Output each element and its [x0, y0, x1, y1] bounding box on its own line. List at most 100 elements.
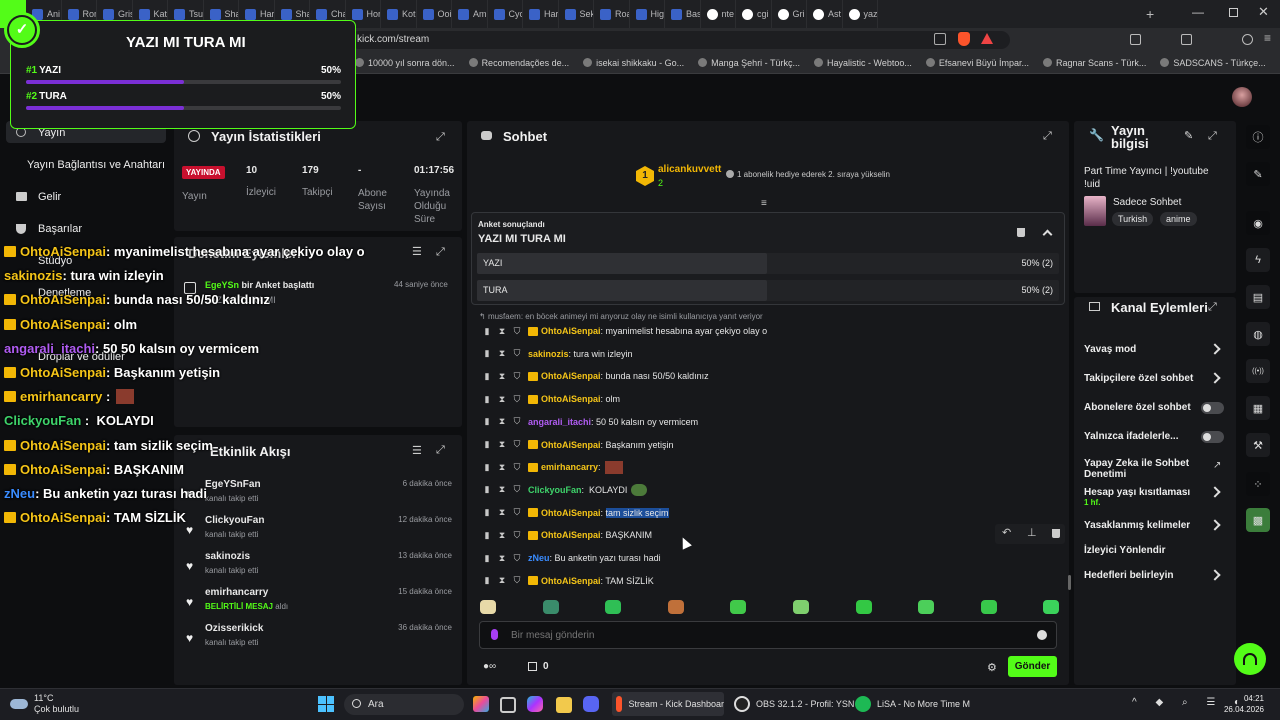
emote-option-icon[interactable] [855, 600, 872, 614]
broadcast-icon[interactable]: ((•)) [1246, 359, 1270, 383]
channel-action-item[interactable]: Abonelere özel sohbet [1084, 402, 1202, 413]
emoji-picker-icon[interactable] [1037, 630, 1047, 640]
pin-icon[interactable]: ⊥ [1027, 526, 1037, 539]
browser-tab[interactable]: Har [523, 0, 559, 28]
category-name[interactable]: Sadece Sohbet [1113, 197, 1181, 208]
chat-username[interactable]: OhtoAiSenpai [541, 326, 601, 336]
bookmark-item[interactable]: 10000 yıl sonra dön... [355, 58, 455, 68]
send-button[interactable]: Gönder [1008, 656, 1057, 677]
discord-icon[interactable] [583, 696, 599, 712]
emote-option-icon[interactable] [1043, 600, 1060, 614]
tag-anime[interactable]: anime [1160, 212, 1197, 226]
chat-username[interactable]: ClickyouFan [528, 485, 582, 495]
weather-widget[interactable]: 11°C Çok bulutlu [10, 692, 79, 716]
nav-item-stream-key[interactable]: Yayın Bağlantısı ve Anahtarı [27, 159, 165, 171]
support-chat-button[interactable] [1234, 643, 1266, 675]
chat-username[interactable]: emirhancarry [541, 462, 598, 472]
chat-expand-icon[interactable]: ⤢ [1043, 130, 1052, 143]
delete-message-icon[interactable]: ▮ [483, 575, 491, 586]
taskbar-search[interactable]: Ara [344, 694, 464, 715]
timeout-icon[interactable]: ⧗ [498, 371, 506, 382]
browser-tab[interactable]: Cyc [488, 0, 523, 28]
emote-option-icon[interactable] [667, 600, 684, 614]
ban-shield-icon[interactable]: ⛉ [513, 371, 521, 382]
chat-username[interactable]: OhtoAiSenpai [541, 440, 601, 450]
timeout-icon[interactable]: ⧗ [498, 484, 506, 495]
browser-tab[interactable]: Gri [772, 0, 807, 28]
taskbar-app-icon[interactable] [473, 696, 489, 712]
extensions-icon[interactable] [1130, 34, 1141, 45]
toggle-switch[interactable] [1201, 431, 1224, 443]
activity-user[interactable]: Ozisserikick [205, 623, 263, 634]
channel-action-item[interactable]: Yasaklanmış kelimeler [1084, 520, 1202, 531]
new-tab-button[interactable]: + [1146, 6, 1154, 22]
clipboard-icon[interactable]: ▤ [1246, 285, 1270, 309]
delete-message-icon[interactable]: ▮ [483, 416, 491, 427]
bolt-icon[interactable]: ϟ [1246, 248, 1270, 272]
clock[interactable]: 04:21 26.04.2026 [1222, 693, 1264, 715]
task-view-icon[interactable] [500, 697, 516, 713]
delete-icon[interactable] [1052, 529, 1060, 538]
minimize-button[interactable]: — [1192, 5, 1204, 19]
tools-icon[interactable]: ⚒ [1246, 433, 1270, 457]
chat-icon[interactable]: ◍ [1246, 322, 1270, 346]
stats-expand-icon[interactable]: ⤢ [436, 131, 445, 144]
chat-username[interactable]: OhtoAiSenpai [541, 576, 601, 586]
timeout-icon[interactable]: ⧗ [498, 575, 506, 586]
delete-message-icon[interactable]: ▮ [483, 439, 491, 450]
bookmark-item[interactable]: SADSCANS - Türkçe... [1160, 58, 1266, 68]
maximize-button[interactable] [1229, 8, 1238, 17]
delete-message-icon[interactable]: ▮ [483, 484, 491, 495]
ban-shield-icon[interactable]: ⛉ [513, 326, 521, 337]
channel-action-item[interactable]: Takipçilere özel sohbet [1084, 373, 1202, 384]
emote-option-icon[interactable] [605, 600, 622, 614]
browser-tab[interactable]: Kot [381, 0, 417, 28]
emote-option-icon[interactable] [542, 600, 559, 614]
tag-turkish[interactable]: Turkish [1112, 212, 1154, 226]
camera-icon[interactable]: ◉ [1246, 211, 1270, 235]
browser-tab[interactable]: Hig [630, 0, 665, 28]
ban-shield-icon[interactable]: ⛉ [513, 394, 521, 405]
channel-action-item[interactable]: Yapay Zeka ile Sohbet Denetimi [1084, 458, 1202, 480]
url-bar[interactable]: kick.com/stream [350, 31, 1010, 49]
ban-shield-icon[interactable]: ⛉ [513, 484, 521, 495]
info-icon[interactable]: ⓘ [1246, 125, 1270, 149]
browser-tab[interactable]: Roa [594, 0, 630, 28]
timeout-icon[interactable]: ⧗ [498, 553, 506, 564]
bookmark-item[interactable]: Efsanevi Büyü İmpar... [925, 58, 1029, 68]
stream-info-expand-icon[interactable]: ⤢ [1208, 130, 1217, 143]
channel-actions-expand-icon[interactable]: ⤢ [1208, 301, 1217, 314]
delete-message-icon[interactable]: ▮ [483, 394, 491, 405]
game-icon[interactable]: ▩ [1246, 508, 1270, 532]
pin-collapse-icon[interactable]: ≡ [761, 198, 767, 209]
mic-icon[interactable] [491, 629, 498, 640]
ban-shield-icon[interactable]: ⛉ [513, 575, 521, 586]
browser-tab[interactable]: yaz [843, 0, 878, 28]
gift-user[interactable]: alicankuvvett [658, 164, 721, 175]
delete-message-icon[interactable]: ▮ [483, 326, 491, 337]
chat-username[interactable]: angarali_itachi [528, 417, 591, 427]
channel-action-item[interactable]: Hesap yaşı kısıtlaması [1084, 487, 1202, 498]
browser-tab[interactable]: Am [452, 0, 488, 28]
activity-user[interactable]: emirhancarry [205, 587, 268, 598]
taskbar-app-brave[interactable]: Stream - Kick Dashboar [612, 692, 724, 716]
ban-shield-icon[interactable]: ⛉ [513, 530, 521, 541]
ban-shield-icon[interactable]: ⛉ [513, 348, 521, 359]
channel-action-item[interactable]: Yavaş mod [1084, 344, 1202, 355]
activity-user[interactable]: sakinozis [205, 551, 250, 562]
browser-tab[interactable]: Ast [807, 0, 843, 28]
timeout-icon[interactable]: ⧗ [498, 326, 506, 337]
rewards-icon[interactable] [981, 33, 993, 44]
toggle-switch[interactable] [1201, 402, 1224, 414]
delete-message-icon[interactable]: ▮ [483, 348, 491, 359]
delete-message-icon[interactable]: ▮ [483, 507, 491, 518]
taskbar-app-obs[interactable]: OBS 32.1.2 - Profil: YSN [734, 692, 854, 716]
chat-settings-icon[interactable]: ⚙ [987, 661, 997, 674]
browser-tab[interactable]: Ooi [417, 0, 452, 28]
channel-action-item[interactable]: İzleyici Yönlendir [1084, 545, 1202, 556]
brave-shield-icon[interactable] [958, 32, 970, 46]
bookmark-item[interactable]: Hayalistic - Webtoo... [814, 58, 912, 68]
dots-icon[interactable]: ⁘ [1246, 472, 1270, 496]
browser-tab[interactable]: cgi [736, 0, 772, 28]
bookmark-item[interactable]: Ragnar Scans - Türk... [1042, 58, 1146, 68]
